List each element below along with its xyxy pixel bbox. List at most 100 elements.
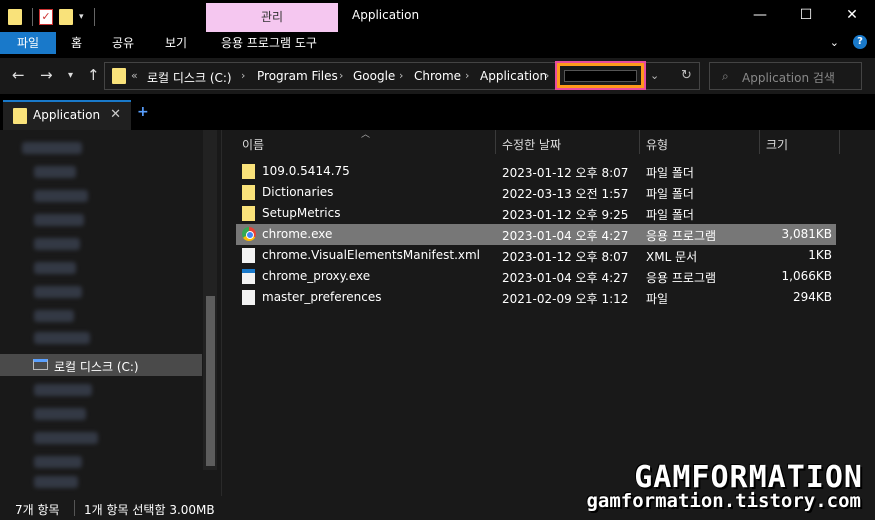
nav-item-local-disk[interactable]: 로컬 디스크 (C:)	[0, 354, 202, 376]
file-name: SetupMetrics	[262, 206, 341, 220]
file-type: 파일	[646, 292, 669, 306]
highlight-box	[555, 61, 646, 90]
title-bar: ✓ ▾ 관리 Application — ☐ ✕	[0, 0, 875, 32]
column-header-name[interactable]: 이름	[242, 136, 264, 153]
up-arrow-icon[interactable]: ↑	[87, 66, 100, 84]
folder-icon[interactable]	[8, 9, 22, 25]
nav-scrollbar[interactable]	[203, 130, 217, 470]
breadcrumb-program-files[interactable]: Program Files	[257, 69, 338, 83]
file-name: chrome.exe	[262, 227, 333, 241]
add-tab-icon[interactable]: +	[137, 104, 149, 120]
search-box[interactable]: ⌕ Application 검색	[709, 62, 862, 90]
file-name: 109.0.5414.75	[262, 164, 350, 178]
ribbon-tabs: 파일 홈 공유 보기 응용 프로그램 도구 ⌄ ?	[0, 32, 875, 54]
navigation-bar: ← → ▾ ↑ « 로컬 디스크 (C:) › Program Files › …	[0, 58, 875, 94]
column-divider[interactable]	[639, 130, 640, 154]
tab-application-tools[interactable]: 응용 프로그램 도구	[221, 32, 317, 54]
nav-item-blurred[interactable]	[34, 408, 86, 420]
forward-arrow-icon[interactable]: →	[40, 66, 53, 84]
column-header-size[interactable]: 크기	[766, 136, 788, 153]
refresh-icon[interactable]: ↻	[681, 68, 692, 83]
tab-view[interactable]: 보기	[165, 32, 187, 54]
toolbar-divider	[93, 8, 95, 26]
tab-share[interactable]: 공유	[112, 32, 134, 54]
file-row[interactable]: master_preferences 2021-02-09 오후 1:12 파일…	[236, 287, 836, 308]
file-date: 2023-01-12 오후 8:07	[502, 166, 629, 180]
close-button[interactable]: ✕	[829, 0, 875, 30]
tab-file[interactable]: 파일	[0, 32, 56, 54]
nav-item-blurred[interactable]	[34, 310, 74, 322]
nav-item-blurred[interactable]	[34, 432, 98, 444]
expand-ribbon-icon[interactable]: ⌄	[830, 36, 839, 49]
minimize-button[interactable]: —	[737, 0, 783, 30]
ribbon-right-controls: ⌄ ?	[830, 35, 867, 49]
quick-access-toolbar: ✓ ▾	[8, 8, 95, 26]
chevron-right-icon[interactable]: ›	[545, 69, 549, 82]
properties-icon[interactable]: ✓	[39, 9, 53, 25]
folder-icon	[242, 206, 255, 221]
address-dropdown-icon[interactable]: ⌄	[650, 69, 659, 82]
chevron-right-icon[interactable]: ›	[339, 69, 343, 82]
column-header-type[interactable]: 유형	[646, 136, 668, 153]
column-divider[interactable]	[839, 130, 840, 154]
overflow-icon[interactable]: «	[131, 69, 138, 82]
context-tab-manage[interactable]: 관리	[206, 3, 338, 32]
breadcrumb-google[interactable]: Google	[353, 69, 395, 83]
nav-item-blurred[interactable]	[34, 286, 82, 298]
file-size: 294KB	[792, 290, 832, 304]
nav-item-blurred[interactable]	[34, 166, 76, 178]
breadcrumb-chrome[interactable]: Chrome	[414, 69, 461, 83]
file-type: 파일 폴더	[646, 166, 694, 180]
file-date: 2023-01-04 오후 4:27	[502, 271, 629, 285]
column-header-date[interactable]: 수정한 날짜	[502, 136, 561, 153]
close-tab-icon[interactable]: ✕	[110, 107, 121, 122]
scrollbar-thumb[interactable]	[206, 296, 215, 466]
file-date: 2023-01-12 오후 8:07	[502, 250, 629, 264]
chevron-right-icon[interactable]: ›	[465, 69, 469, 82]
file-type: 파일 폴더	[646, 208, 694, 222]
chevron-right-icon[interactable]: ›	[241, 69, 245, 82]
file-type: 응용 프로그램	[646, 229, 717, 243]
file-row-selected[interactable]: chrome.exe 2023-01-04 오후 4:27 응용 프로그램 3,…	[236, 224, 836, 245]
nav-item-blurred[interactable]	[34, 238, 80, 250]
tab-home[interactable]: 홈	[71, 32, 82, 54]
customize-toolbar-icon[interactable]: ▾	[79, 12, 84, 22]
nav-item-blurred[interactable]	[22, 142, 82, 154]
maximize-button[interactable]: ☐	[783, 0, 829, 30]
column-divider[interactable]	[759, 130, 760, 154]
sort-ascending-icon: ︿	[361, 130, 371, 140]
help-icon[interactable]: ?	[853, 35, 867, 49]
breadcrumb-application[interactable]: Application	[480, 69, 547, 83]
back-arrow-icon[interactable]: ←	[12, 66, 25, 84]
nav-item-blurred[interactable]	[34, 262, 76, 274]
folder-tab[interactable]: Application ✕	[3, 100, 131, 130]
file-size: 1,066KB	[781, 269, 832, 283]
file-row[interactable]: chrome_proxy.exe 2023-01-04 오후 4:27 응용 프…	[236, 266, 836, 287]
new-folder-icon[interactable]	[59, 9, 73, 25]
nav-item-blurred[interactable]	[34, 476, 78, 488]
navigation-pane: 로컬 디스크 (C:)	[0, 130, 221, 496]
file-row[interactable]: SetupMetrics 2023-01-12 오후 9:25 파일 폴더	[236, 203, 836, 224]
column-divider[interactable]	[495, 130, 496, 154]
file-row[interactable]: chrome.VisualElementsManifest.xml 2023-0…	[236, 245, 836, 266]
file-size: 1KB	[808, 248, 832, 262]
chevron-right-icon[interactable]: ›	[399, 69, 403, 82]
file-date: 2022-03-13 오전 1:57	[502, 187, 629, 201]
folder-icon	[112, 68, 126, 84]
file-name: Dictionaries	[262, 185, 334, 199]
nav-item-blurred[interactable]	[34, 214, 84, 226]
document-icon	[242, 248, 255, 263]
selection-info: 1개 항목 선택함 3.00MB	[84, 503, 215, 517]
nav-item-blurred[interactable]	[34, 332, 90, 344]
file-type: 응용 프로그램	[646, 271, 717, 285]
file-row[interactable]: 109.0.5414.75 2023-01-12 오후 8:07 파일 폴더	[236, 161, 836, 182]
window-controls: — ☐ ✕	[737, 0, 875, 30]
nav-item-label: 로컬 디스크 (C:)	[54, 360, 139, 374]
file-row[interactable]: Dictionaries 2022-03-13 오전 1:57 파일 폴더	[236, 182, 836, 203]
recent-locations-icon[interactable]: ▾	[68, 70, 73, 81]
nav-item-blurred[interactable]	[34, 456, 82, 468]
nav-item-blurred[interactable]	[34, 190, 88, 202]
file-name: master_preferences	[262, 290, 382, 304]
breadcrumb-local-disk[interactable]: 로컬 디스크 (C:)	[147, 69, 232, 86]
nav-item-blurred[interactable]	[34, 384, 92, 396]
